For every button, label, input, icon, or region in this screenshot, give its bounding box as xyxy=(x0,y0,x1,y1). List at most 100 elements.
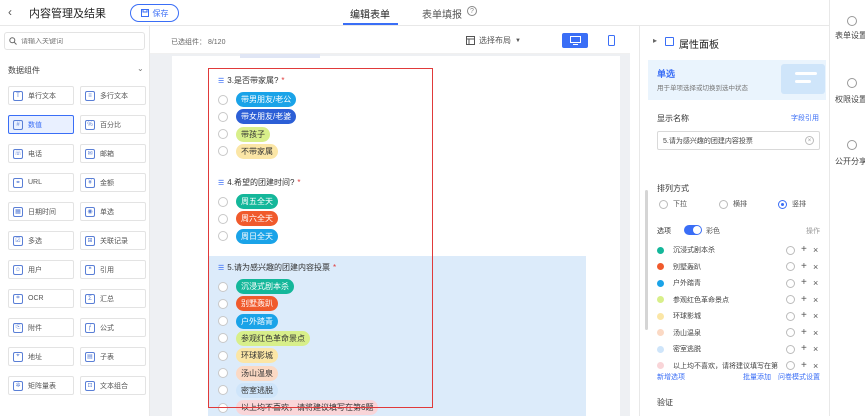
panel-scrollbar[interactable] xyxy=(645,190,648,330)
option-label[interactable]: 以上均不喜欢，请将建议填写在第 xyxy=(673,361,786,371)
component-item[interactable]: ☑ 多选 xyxy=(8,231,74,250)
default-radio-icon[interactable] xyxy=(786,361,795,370)
batch-add-link[interactable]: 批量添加 xyxy=(743,372,771,382)
back-icon[interactable]: ‹ xyxy=(8,5,12,19)
component-item[interactable]: ⚭ URL xyxy=(8,173,74,192)
option-label[interactable]: 别墅轰趴 xyxy=(673,262,786,272)
share-icon[interactable] xyxy=(847,140,857,150)
delete-icon[interactable]: × xyxy=(813,262,818,271)
sort-option-vertical[interactable]: 竖排 xyxy=(778,199,806,209)
form-settings-icon[interactable] xyxy=(847,16,857,26)
save-button[interactable]: 保存 xyxy=(130,4,179,22)
drag-handle-icon[interactable]: + xyxy=(801,261,809,271)
clear-icon[interactable]: × xyxy=(805,136,814,145)
component-item[interactable]: ☺ 用户 xyxy=(8,260,74,279)
option-editor-row[interactable]: 汤山温泉 + × xyxy=(657,326,827,340)
shield-icon[interactable] xyxy=(847,78,857,88)
delete-icon[interactable]: × xyxy=(813,345,818,354)
component-search[interactable] xyxy=(4,32,145,50)
radio-button[interactable] xyxy=(659,199,668,209)
component-item[interactable]: ≡ 多行文本 xyxy=(80,86,146,105)
drag-handle-icon[interactable]: + xyxy=(801,245,809,255)
component-item[interactable]: # 数值 xyxy=(8,115,74,134)
component-item[interactable]: ☏ 电话 xyxy=(8,144,74,163)
option-color-dot[interactable] xyxy=(657,345,664,353)
component-item[interactable]: ⊞ 关联记录 xyxy=(80,231,146,250)
chevron-down-icon[interactable]: ⌄ xyxy=(137,64,144,73)
default-radio-icon[interactable] xyxy=(786,262,795,271)
option-color-dot[interactable] xyxy=(657,263,664,270)
option-color-dot[interactable] xyxy=(657,312,664,320)
help-icon[interactable]: ? xyxy=(467,6,477,16)
collapse-arrow-icon[interactable]: ▸ xyxy=(653,36,657,45)
default-radio-icon[interactable] xyxy=(786,344,795,354)
option-label[interactable]: 参观红色革命景点 xyxy=(673,295,786,305)
option-label[interactable]: 沉浸式剧本杀 xyxy=(673,245,786,255)
component-item[interactable]: ◉ 单选 xyxy=(80,202,146,221)
permission-settings-item[interactable]: 权限设置 xyxy=(835,94,865,105)
drag-handle-icon[interactable]: + xyxy=(801,327,809,337)
drag-handle-icon[interactable]: + xyxy=(801,360,809,370)
component-item[interactable]: ▦ 日期时间 xyxy=(8,202,74,221)
delete-icon[interactable]: × xyxy=(813,328,818,337)
component-item[interactable]: ⎘ 附件 xyxy=(8,318,74,337)
radio-button-checked[interactable] xyxy=(778,199,787,209)
option-color-dot[interactable] xyxy=(657,246,664,254)
form-settings-item[interactable]: 表单设置 xyxy=(835,30,865,41)
radio-button[interactable] xyxy=(719,199,728,209)
component-item[interactable]: ⌖ 地址 xyxy=(8,347,74,366)
component-item[interactable]: % 百分比 xyxy=(80,115,146,134)
option-editor-row[interactable]: 别墅轰趴 + × xyxy=(657,260,827,274)
option-editor-row[interactable]: 户外踏青 + × xyxy=(657,276,827,290)
component-item[interactable]: ⌗ OCR xyxy=(8,289,74,308)
option-editor-row[interactable]: 参观红色革命景点 + × xyxy=(657,293,827,307)
component-item[interactable]: ✉ 邮箱 xyxy=(80,144,146,163)
option-editor-row[interactable]: 沉浸式剧本杀 + × xyxy=(657,243,827,257)
mobile-view-button[interactable] xyxy=(598,33,624,48)
default-radio-icon[interactable] xyxy=(786,295,795,304)
search-input[interactable] xyxy=(21,37,131,45)
desktop-view-button[interactable] xyxy=(562,33,588,48)
component-item[interactable]: Σ 汇总 xyxy=(80,289,146,308)
option-label[interactable]: 汤山温泉 xyxy=(673,328,786,338)
component-item[interactable]: ¥ 金额 xyxy=(80,173,146,192)
drag-handle-icon[interactable]: + xyxy=(801,311,809,321)
component-item[interactable]: ❝ 引用 xyxy=(80,260,146,279)
questionnaire-mode-link[interactable]: 问卷模式设置 xyxy=(778,372,820,382)
option-editor-row[interactable]: 以上均不喜欢，请将建议填写在第 + × xyxy=(657,359,827,373)
default-radio-icon[interactable] xyxy=(786,278,795,288)
default-radio-icon[interactable] xyxy=(786,311,795,321)
option-color-dot[interactable] xyxy=(657,329,664,336)
drag-handle-icon[interactable]: + xyxy=(801,294,809,304)
sort-option-horizontal[interactable]: 横排 xyxy=(719,199,747,209)
drag-handle-icon[interactable]: + xyxy=(801,344,809,354)
option-color-dot[interactable] xyxy=(657,362,664,369)
display-name-input[interactable]: 5.请为感兴趣的团建内容投票 × xyxy=(657,131,820,150)
component-item[interactable]: ✲ 矩阵量表 xyxy=(8,376,74,395)
drag-handle-icon[interactable]: + xyxy=(801,278,809,288)
delete-icon[interactable]: × xyxy=(813,279,818,288)
default-radio-icon[interactable] xyxy=(786,328,795,337)
sort-option-dropdown[interactable]: 下拉 xyxy=(659,199,687,209)
tab-edit-form[interactable]: 编辑表单 xyxy=(350,6,390,21)
default-radio-icon[interactable] xyxy=(786,245,795,255)
color-toggle[interactable] xyxy=(684,225,702,235)
option-label[interactable]: 密室逃脱 xyxy=(673,344,786,354)
component-item[interactable]: ▤ 子表 xyxy=(80,347,146,366)
field-ref-link[interactable]: 字段引用 xyxy=(791,113,819,123)
delete-icon[interactable]: × xyxy=(813,295,818,304)
component-item[interactable]: ⊡ 文本组合 xyxy=(80,376,146,395)
tab-form-fill[interactable]: 表单填报 xyxy=(422,6,462,21)
option-editor-row[interactable]: 环球影城 + × xyxy=(657,309,827,323)
option-color-dot[interactable] xyxy=(657,296,664,303)
layout-select[interactable]: 选择布局 ▼ xyxy=(466,35,521,46)
option-label[interactable]: 环球影城 xyxy=(673,311,786,321)
component-item[interactable]: ƒ 公式 xyxy=(80,318,146,337)
public-share-item[interactable]: 公开分享 xyxy=(835,156,865,167)
component-item[interactable]: T 单行文本 xyxy=(8,86,74,105)
option-label[interactable]: 户外踏青 xyxy=(673,278,786,288)
delete-icon[interactable]: × xyxy=(813,246,818,255)
add-option-link[interactable]: 新增选项 xyxy=(657,372,685,382)
delete-icon[interactable]: × xyxy=(813,361,818,370)
option-color-dot[interactable] xyxy=(657,279,664,287)
